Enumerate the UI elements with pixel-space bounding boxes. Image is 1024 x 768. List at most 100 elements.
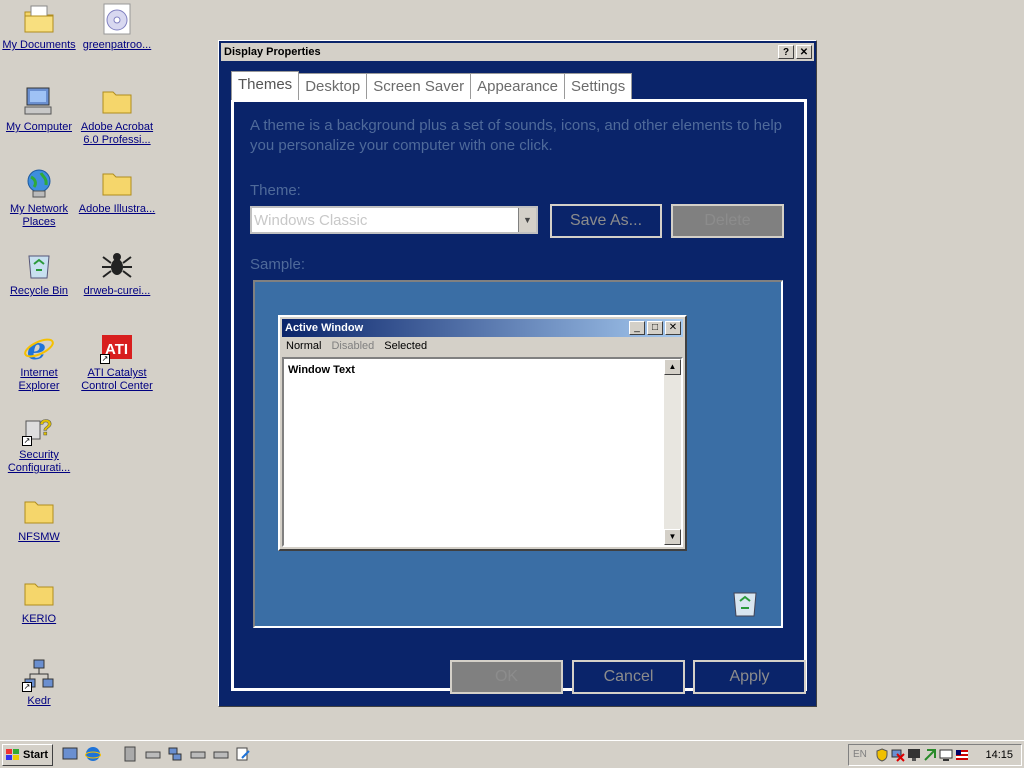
sample-menu-normal: Normal (286, 340, 322, 352)
tab-strip: Themes Desktop Screen Saver Appearance S… (231, 71, 633, 100)
desktop-icon-ati-catalyst[interactable]: ATI ↗ ATI Catalyst Control Center (77, 330, 157, 393)
close-button[interactable]: ✕ (796, 45, 812, 59)
show-desktop-icon[interactable] (62, 746, 78, 762)
themes-description: A theme is a background plus a set of so… (250, 117, 782, 154)
minimize-icon: _ (629, 321, 645, 335)
spider-icon (100, 248, 134, 282)
dialog-titlebar[interactable]: Display Properties ? ✕ (221, 43, 814, 61)
desktop-icon-kedr[interactable]: ↗ Kedr (0, 658, 79, 708)
security-shield-icon[interactable] (875, 748, 889, 762)
network-shortcut-icon: ↗ (22, 658, 56, 692)
svg-text:?: ? (39, 415, 52, 440)
folder-icon (22, 576, 56, 610)
desktop-icon-my-network-places[interactable]: My Network Places (0, 166, 79, 229)
drive-icon[interactable] (213, 746, 229, 762)
desktop-icon-label: Recycle Bin (9, 285, 69, 297)
desktop-icon-adobe-illustrator[interactable]: Adobe Illustra... (77, 166, 157, 216)
edit-icon[interactable] (235, 746, 251, 762)
desktop-icon-security-config[interactable]: ? ↗ Security Configurati... (0, 412, 79, 475)
desktop-icon-label: Internet Explorer (18, 367, 60, 392)
dialog-title: Display Properties (224, 46, 321, 58)
desktop-icon-label: My Computer (5, 121, 73, 133)
system-tray: EN 14:15 (848, 744, 1022, 766)
internet-explorer-icon[interactable] (85, 746, 101, 762)
save-as-button[interactable]: Save As... (550, 204, 662, 238)
folder-icon (22, 494, 56, 528)
theme-label: Theme: (250, 182, 301, 199)
clock[interactable]: 14:15 (985, 749, 1013, 761)
folder-icon (100, 166, 134, 200)
desktop-icon-my-computer[interactable]: My Computer (0, 84, 79, 134)
desktop-icon-my-documents[interactable]: My Documents (0, 2, 79, 52)
sample-window: Active Window _ □ ✕ Normal Disabled Sele… (278, 315, 687, 551)
sample-window-text: Window Text (288, 364, 355, 376)
desktop-icon-label: ATI Catalyst Control Center (81, 367, 153, 392)
desktop-icon-label: Kedr (27, 695, 51, 707)
sample-window-body: Window Text ▲ ▼ (282, 357, 683, 547)
shortcut-arrow-icon: ↗ (22, 682, 32, 692)
usb-device-icon[interactable] (122, 746, 138, 762)
chevron-down-icon[interactable]: ▼ (518, 208, 536, 232)
desktop-icon-drweb[interactable]: drweb-curei... (77, 248, 157, 298)
security-config-icon: ? ↗ (22, 412, 56, 446)
sample-label: Sample: (250, 256, 306, 273)
drive-icon[interactable] (190, 746, 206, 762)
ati-icon: ATI ↗ (100, 330, 134, 364)
tab-appearance[interactable]: Appearance (470, 73, 566, 99)
cd-disc-icon (100, 2, 134, 36)
desktop-icon-adobe-acrobat[interactable]: Adobe Acrobat 6.0 Professi... (77, 84, 157, 147)
desktop-icon-kerio[interactable]: KERIO (0, 576, 79, 626)
theme-select[interactable]: Windows Classic ▼ (250, 206, 538, 234)
theme-sample-preview: Active Window _ □ ✕ Normal Disabled Sele… (253, 280, 783, 628)
flag-icon[interactable] (955, 748, 969, 762)
desktop-icon-label: Adobe Illustra... (78, 203, 156, 215)
sample-window-title: Active Window (285, 322, 364, 334)
recycle-bin-icon (731, 588, 759, 618)
folder-documents-icon (22, 2, 56, 36)
display-properties-dialog: Display Properties ? ✕ Themes Desktop Sc… (218, 40, 817, 707)
sample-menu-disabled: Disabled (331, 340, 375, 352)
start-label: Start (23, 749, 49, 761)
apply-button[interactable]: Apply (693, 660, 806, 694)
kerio-icon[interactable] (923, 748, 937, 762)
desktop-icon-recycle-bin[interactable]: Recycle Bin (0, 248, 79, 298)
shortcut-arrow-icon: ↗ (100, 354, 110, 364)
scroll-down-icon: ▼ (664, 529, 681, 545)
tab-settings[interactable]: Settings (564, 73, 633, 99)
windows-logo-icon (6, 749, 19, 760)
delete-button[interactable]: Delete (671, 204, 784, 238)
desktop-icon-nfsmw[interactable]: NFSMW (0, 494, 79, 544)
monitor-icon[interactable] (907, 748, 921, 762)
desktop-icon-label: My Documents (2, 39, 76, 51)
network-disconnected-icon[interactable] (891, 748, 905, 762)
desktop-icon-label: drweb-curei... (83, 285, 151, 297)
maximize-icon: □ (647, 321, 663, 335)
desktop-icon-label: NFSMW (18, 531, 60, 543)
language-indicator[interactable]: EN (853, 749, 867, 760)
display-icon[interactable] (939, 748, 953, 762)
network-icon[interactable] (167, 746, 183, 762)
desktop-icon-internet-explorer[interactable]: e Internet Explorer (0, 330, 79, 393)
network-places-icon (22, 166, 56, 200)
desktop-icon-greenpatrol[interactable]: greenpatroo... (77, 2, 157, 52)
shortcut-arrow-icon: ↗ (22, 436, 32, 446)
drive-icon[interactable] (145, 746, 161, 762)
computer-icon (22, 84, 56, 118)
sample-window-titlebar: Active Window _ □ ✕ (282, 319, 683, 337)
sample-menu-selected: Selected (384, 340, 428, 352)
desktop-icon-label: KERIO (21, 613, 57, 625)
internet-explorer-icon: e (22, 330, 56, 364)
scroll-up-icon: ▲ (664, 359, 681, 375)
help-button[interactable]: ? (778, 45, 794, 59)
tab-screen-saver[interactable]: Screen Saver (366, 73, 472, 99)
themes-panel: A theme is a background plus a set of so… (231, 99, 807, 691)
cancel-button[interactable]: Cancel (572, 660, 685, 694)
folder-icon (100, 84, 134, 118)
tab-themes[interactable]: Themes (231, 71, 300, 100)
theme-select-value: Windows Classic (254, 212, 368, 229)
sample-scrollbar: ▲ ▼ (664, 359, 681, 545)
start-button[interactable]: Start (2, 744, 53, 766)
ok-button[interactable]: OK (450, 660, 563, 694)
taskbar: Start EN 14:15 (0, 740, 1024, 768)
tab-desktop[interactable]: Desktop (298, 73, 368, 99)
